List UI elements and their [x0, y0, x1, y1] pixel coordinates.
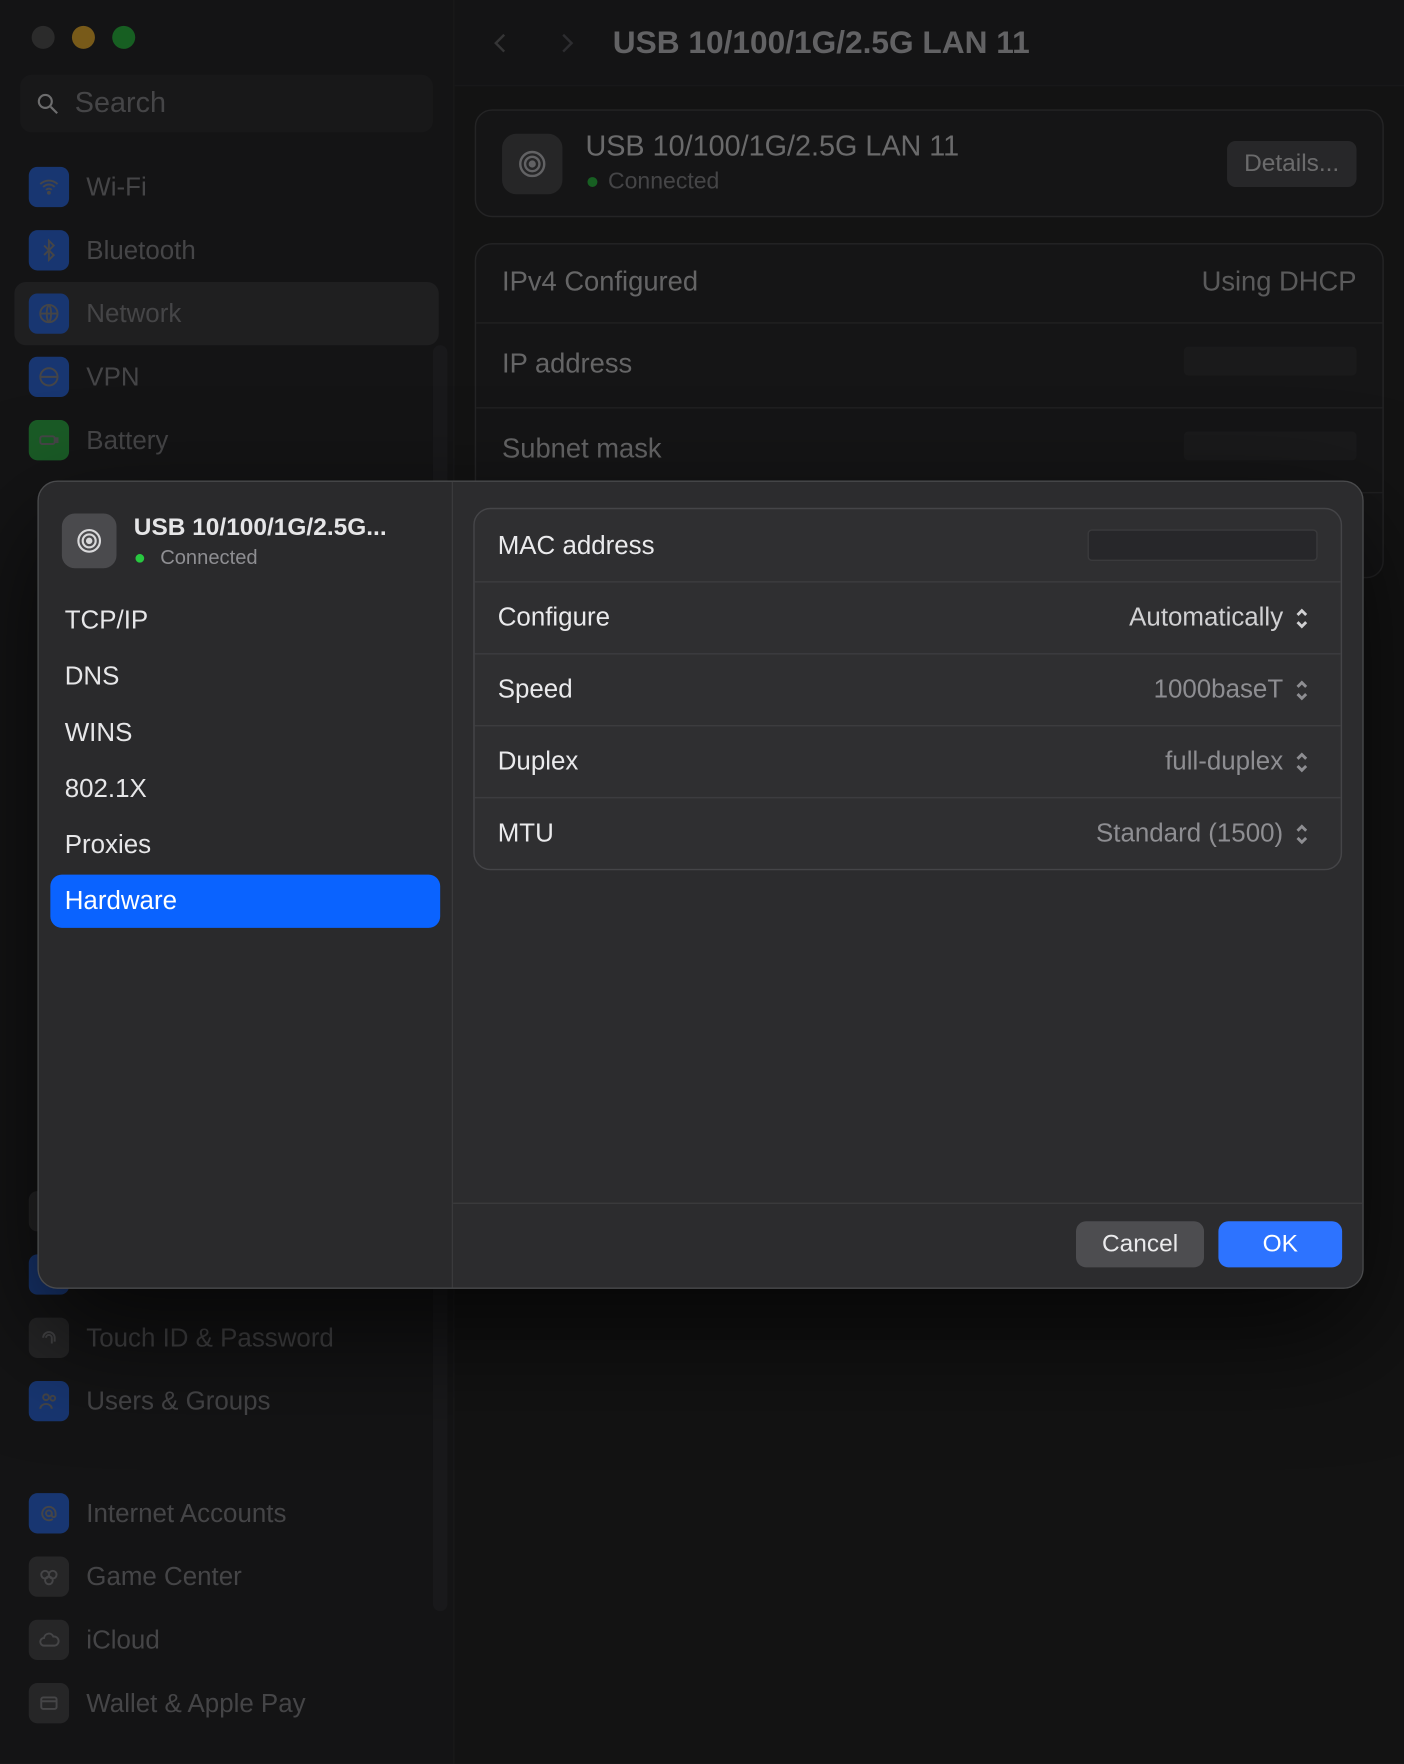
- sidebar-item-game-center[interactable]: Game Center: [14, 1545, 438, 1608]
- configure-value: Automatically: [1129, 603, 1283, 633]
- row-mtu[interactable]: MTU Standard (1500): [475, 798, 1341, 868]
- users-icon: [29, 1381, 69, 1421]
- sidebar-section-3: Internet Accounts Game Center iCloud: [0, 1473, 453, 1764]
- sidebar-item-bluetooth[interactable]: Bluetooth: [14, 219, 438, 282]
- sheet-sidebar: USB 10/100/1G/2.5G... ● Connected TCP/IP…: [39, 482, 453, 1288]
- tab-proxies[interactable]: Proxies: [50, 819, 440, 872]
- sidebar-item-battery[interactable]: Battery: [14, 409, 438, 472]
- sidebar-section-1: Wi-Fi Bluetooth Network: [0, 147, 453, 481]
- sheet-interface-name: USB 10/100/1G/2.5G...: [134, 514, 387, 543]
- sidebar-item-label: Battery: [86, 425, 168, 455]
- updown-stepper-icon[interactable]: [1295, 603, 1318, 632]
- sidebar-item-label: Internet Accounts: [86, 1498, 286, 1528]
- kv-row-ip-address: IP address: [476, 324, 1382, 409]
- sidebar-item-users[interactable]: Users & Groups: [14, 1369, 438, 1432]
- titlebar: USB 10/100/1G/2.5G LAN 11: [455, 0, 1404, 86]
- search-input[interactable]: [72, 86, 459, 122]
- sidebar-item-touchid[interactable]: Touch ID & Password: [14, 1306, 438, 1369]
- battery-icon: [29, 420, 69, 460]
- ethernet-icon: [502, 133, 562, 193]
- updown-stepper-icon[interactable]: [1295, 747, 1318, 776]
- redacted-value: [1184, 432, 1357, 461]
- tab-hardware[interactable]: Hardware: [50, 875, 440, 928]
- tab-wins[interactable]: WINS: [50, 706, 440, 759]
- updown-stepper-icon[interactable]: [1295, 819, 1318, 848]
- mac-address-value: [1088, 529, 1318, 561]
- row-speed[interactable]: Speed 1000baseT: [475, 655, 1341, 727]
- search-icon: [35, 91, 61, 117]
- sidebar-item-label: Bluetooth: [86, 235, 195, 265]
- row-mac-address: MAC address: [475, 509, 1341, 582]
- row-duplex[interactable]: Duplex full-duplex: [475, 726, 1341, 798]
- sidebar-item-label: Touch ID & Password: [86, 1323, 334, 1353]
- sidebar-item-label: Wi-Fi: [86, 172, 146, 202]
- tab-dns[interactable]: DNS: [50, 650, 440, 703]
- cloud-icon: [29, 1620, 69, 1660]
- vpn-icon: [29, 357, 69, 397]
- nav-forward-button[interactable]: [547, 14, 587, 72]
- sidebar-item-label: VPN: [86, 362, 139, 392]
- at-icon: [29, 1493, 69, 1533]
- sidebar-item-label: iCloud: [86, 1625, 159, 1655]
- ethernet-icon: [62, 514, 117, 569]
- sheet-interface-status: ● Connected: [134, 545, 387, 568]
- tab-tcpip[interactable]: TCP/IP: [50, 594, 440, 647]
- traffic-zoom-icon[interactable]: [112, 26, 135, 49]
- network-icon: [29, 293, 69, 333]
- traffic-close-icon[interactable]: [32, 26, 55, 49]
- traffic-minimize-icon[interactable]: [72, 26, 95, 49]
- sidebar-item-wifi[interactable]: Wi-Fi: [14, 155, 438, 218]
- hardware-content: MAC address Configure Automatically: [453, 482, 1362, 1203]
- sheet-tab-list: TCP/IP DNS WINS 802.1X Proxies Hardware: [39, 585, 452, 936]
- speed-value: 1000baseT: [1154, 675, 1284, 705]
- updown-stepper-icon[interactable]: [1295, 675, 1318, 704]
- cancel-button[interactable]: Cancel: [1076, 1221, 1204, 1267]
- sidebar-item-internet-accounts[interactable]: Internet Accounts: [14, 1482, 438, 1545]
- kv-row-ipv4-configured: IPv4 Configured Using DHCP: [476, 245, 1382, 324]
- game-icon: [29, 1556, 69, 1596]
- sidebar-item-label: Network: [86, 298, 181, 328]
- wallet-icon: [29, 1683, 69, 1723]
- interface-status: ●Connected: [585, 170, 1203, 196]
- sheet-main: MAC address Configure Automatically: [453, 482, 1362, 1288]
- page-title: USB 10/100/1G/2.5G LAN 11: [613, 24, 1030, 61]
- bluetooth-icon: [29, 230, 69, 270]
- sidebar-item-wallet[interactable]: Wallet & Apple Pay: [14, 1672, 438, 1735]
- wifi-icon: [29, 167, 69, 207]
- sheet-footer: Cancel OK: [453, 1203, 1362, 1288]
- window-traffic-lights[interactable]: [0, 0, 453, 69]
- row-configure[interactable]: Configure Automatically: [475, 583, 1341, 655]
- ok-button[interactable]: OK: [1218, 1221, 1342, 1267]
- interface-summary-card: USB 10/100/1G/2.5G LAN 11 ●Connected Det…: [475, 109, 1384, 217]
- sidebar-item-label: Wallet & Apple Pay: [86, 1688, 305, 1718]
- redacted-value: [1184, 347, 1357, 376]
- sidebar-item-vpn[interactable]: VPN: [14, 345, 438, 408]
- hardware-details-sheet: USB 10/100/1G/2.5G... ● Connected TCP/IP…: [37, 480, 1363, 1288]
- duplex-value: full-duplex: [1165, 747, 1283, 777]
- mtu-value: Standard (1500): [1096, 819, 1283, 849]
- nav-back-button[interactable]: [480, 14, 520, 72]
- hardware-card: MAC address Configure Automatically: [473, 508, 1342, 871]
- sheet-header: USB 10/100/1G/2.5G... ● Connected: [39, 482, 452, 586]
- search-field[interactable]: [20, 75, 433, 133]
- sidebar-item-label: Users & Groups: [86, 1386, 270, 1416]
- fingerprint-icon: [29, 1318, 69, 1358]
- tab-8021x[interactable]: 802.1X: [50, 762, 440, 815]
- interface-name: USB 10/100/1G/2.5G LAN 11: [585, 131, 1203, 164]
- sidebar-item-network[interactable]: Network: [14, 282, 438, 345]
- sidebar-item-icloud[interactable]: iCloud: [14, 1608, 438, 1671]
- details-button[interactable]: Details...: [1227, 140, 1357, 186]
- sidebar-item-label: Game Center: [86, 1561, 241, 1591]
